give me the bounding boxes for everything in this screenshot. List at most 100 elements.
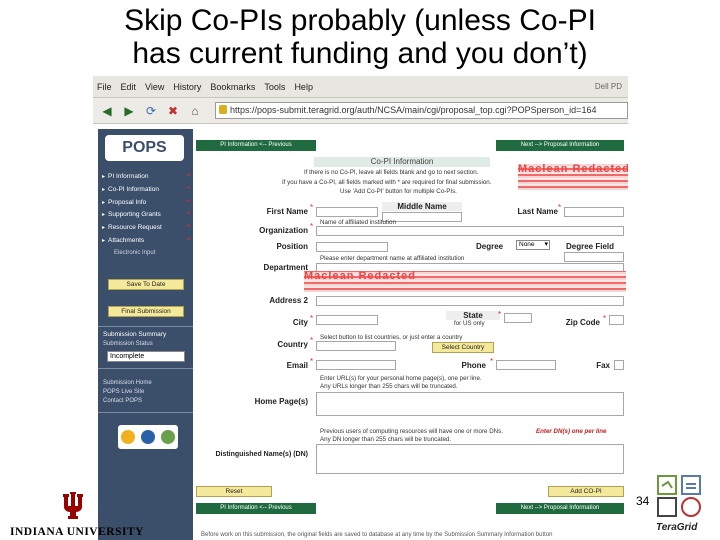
department-hint: Please enter department name at affiliat… [320, 255, 465, 262]
link-contact-pops[interactable]: Contact POPS [103, 398, 142, 404]
browser-toolbar: ◀ ▶ ⟳ ✖ ⌂ https://pops-submit.teragrid.o… [93, 98, 628, 124]
city-field[interactable] [316, 315, 378, 325]
url-text: https://pops-submit.teragrid.org/auth/NC… [230, 105, 597, 115]
menu-bookmarks[interactable]: Bookmarks [210, 82, 255, 92]
next-proposal-information-button[interactable]: Next --> Proposal Information [496, 140, 624, 151]
menu-help[interactable]: Help [294, 82, 313, 92]
required-marker: * [310, 314, 314, 323]
sidebar-divider [98, 412, 193, 413]
degree-select[interactable]: None [516, 240, 550, 250]
sponsor-badge-icon [141, 430, 155, 444]
sponsor-badges [118, 425, 178, 449]
fax-field[interactable] [614, 360, 624, 370]
zip-code-field[interactable] [609, 315, 624, 325]
submission-status-field: Incomplete [107, 351, 185, 362]
sidebar-item-electronic-input[interactable]: Electronic Input [102, 250, 192, 260]
final-submission-button[interactable]: Final Submission [108, 306, 184, 317]
state-hint: for US only [454, 320, 485, 327]
home-pages-textarea[interactable] [316, 392, 624, 416]
link-submission-home[interactable]: Submission Home [103, 380, 152, 386]
sidebar-item-attachments[interactable]: Attachments [102, 236, 192, 250]
required-marker: * [498, 310, 502, 319]
link-pops-live-site[interactable]: POPS Live Site [103, 389, 144, 395]
address-2-field[interactable] [316, 296, 624, 306]
sidebar-item-co-pi-information[interactable]: Co-PI Information [102, 185, 192, 199]
required-marker: * [490, 357, 494, 366]
required-marker: * [310, 203, 314, 212]
country-field[interactable] [316, 341, 396, 351]
distinguished-names-label: Distinguished Name(s) (DN) [215, 451, 308, 458]
city-label: City [292, 318, 308, 327]
sidebar-item-pi-information[interactable]: PI Information [102, 172, 192, 186]
add-co-pi-button[interactable]: Add CO-PI [548, 486, 624, 497]
iu-trident-icon [63, 492, 83, 519]
back-arrow-icon[interactable]: ◀ [99, 103, 115, 119]
system-info: Dell PD [594, 82, 622, 91]
email-field[interactable] [316, 360, 396, 370]
intro-line-2: If you have a Co-PI, all fields marked w… [282, 179, 492, 186]
organization-hint: Name of affiliated institution [320, 219, 396, 226]
save-to-date-button[interactable]: Save To Date [108, 279, 184, 290]
select-country-button[interactable]: Select Country [432, 342, 494, 353]
reset-button[interactable]: Reset [196, 486, 272, 497]
sidebar-item-supporting-grants[interactable]: Supporting Grants [102, 210, 192, 224]
degree-field-label: Degree Field [565, 242, 614, 251]
country-label: Country [277, 340, 308, 349]
menu-history[interactable]: History [173, 82, 201, 92]
reload-icon[interactable]: ⟳ [143, 103, 159, 119]
sidebar-nav: PI Information Co-PI Information Proposa… [102, 172, 192, 260]
last-name-field[interactable] [564, 207, 624, 217]
prev-pi-information-button-bottom[interactable]: PI Information <-- Previous [196, 503, 316, 514]
home-icon[interactable]: ⌂ [187, 103, 203, 119]
menu-edit[interactable]: Edit [121, 82, 137, 92]
lock-icon [219, 105, 227, 114]
intro-line-1: If there is no Co-PI, leave all fields b… [304, 169, 479, 176]
dn-hint-red: Enter DN(s) one per line [536, 428, 607, 435]
menu-tools[interactable]: Tools [264, 82, 285, 92]
required-marker: * [310, 357, 314, 366]
iu-logo-text: INDIANA UNIVERSITY [10, 526, 144, 538]
dn-hint-2: Any DN longer than 255 chars will be tru… [320, 436, 452, 443]
address-2-label: Address 2 [269, 296, 308, 305]
slide-title: Skip Co-PIs probably (unless Co-PI has c… [0, 4, 720, 70]
pops-page: POPS PI Information Co-PI Information Pr… [93, 124, 628, 540]
intro-line-3: Use 'Add Co-PI' button for multiple Co-P… [340, 188, 457, 195]
sidebar-divider [98, 326, 193, 327]
stop-icon[interactable]: ✖ [165, 103, 181, 119]
menu-file[interactable]: File [97, 82, 112, 92]
position-label: Position [276, 242, 308, 251]
state-field[interactable] [504, 313, 532, 323]
country-hint: Select button to list countries, or just… [320, 334, 463, 341]
menu-view[interactable]: View [145, 82, 164, 92]
sidebar-item-resource-request[interactable]: Resource Request [102, 223, 192, 237]
position-field[interactable] [316, 242, 388, 252]
dn-textarea[interactable] [316, 444, 624, 474]
state-label: State [446, 311, 500, 320]
sidebar-item-proposal-info[interactable]: Proposal Info [102, 198, 192, 212]
phone-field[interactable] [496, 360, 556, 370]
url-bar[interactable]: https://pops-submit.teragrid.org/auth/NC… [215, 102, 628, 119]
zip-code-label: Zip Code [565, 318, 600, 327]
email-label: Email [286, 361, 308, 370]
prev-pi-information-button[interactable]: PI Information <-- Previous [196, 140, 316, 151]
slide-page-number: 34 [636, 494, 650, 508]
fax-label: Fax [596, 361, 610, 370]
co-pi-form: PI Information <-- Previous Next --> Pro… [196, 124, 628, 540]
sponsor-badge-icon [161, 430, 175, 444]
degree-field-input[interactable] [564, 252, 624, 262]
pops-logo: POPS [105, 135, 184, 161]
organization-field[interactable] [316, 226, 624, 236]
home-pages-label: Home Page(s) [254, 397, 308, 406]
next-proposal-information-button-bottom[interactable]: Next --> Proposal Information [496, 503, 624, 514]
forward-arrow-icon[interactable]: ▶ [121, 103, 137, 119]
browser-screenshot: File Edit View History Bookmarks Tools H… [93, 76, 628, 540]
redaction-overlay: Maclean Redacted [304, 271, 626, 292]
required-marker: * [310, 336, 314, 345]
first-name-field[interactable] [316, 207, 378, 217]
browser-menubar: File Edit View History Bookmarks Tools H… [93, 76, 628, 98]
sidebar: POPS PI Information Co-PI Information Pr… [98, 129, 193, 540]
footer-note: Before work on this submission, the orig… [201, 532, 553, 538]
last-name-label: Last Name [517, 207, 558, 216]
middle-name-label: Middle Name [382, 202, 462, 211]
homepage-hint-1: Enter URL(s) for your personal home page… [320, 375, 482, 382]
